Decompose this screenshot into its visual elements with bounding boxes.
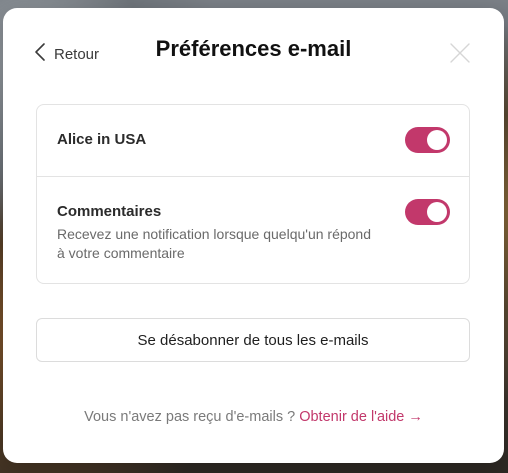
chevron-left-icon <box>34 42 46 66</box>
close-icon <box>449 43 471 68</box>
toggle-knob <box>427 130 447 150</box>
preference-row: Commentaires Recevez une notification lo… <box>37 177 469 283</box>
preference-title: Commentaires <box>57 203 162 220</box>
unsubscribe-all-button[interactable]: Se désabonner de tous les e-mails <box>36 318 470 362</box>
preference-description: Recevez une notification lorsque quelqu'… <box>57 226 372 261</box>
preference-toggle[interactable] <box>405 127 450 153</box>
toggle-knob <box>427 202 447 222</box>
preference-toggle[interactable] <box>405 199 450 225</box>
preferences-card: Alice in USA Commentaires Recevez une no… <box>36 104 470 284</box>
preference-row: Alice in USA <box>37 105 469 177</box>
back-button[interactable]: Retour <box>34 42 99 66</box>
help-text: Vous n'avez pas reçu d'e-mails ? Obtenir… <box>3 409 504 425</box>
back-button-label: Retour <box>54 45 100 63</box>
preference-title: Alice in USA <box>57 131 147 148</box>
help-link[interactable]: Obtenir de l'aide → <box>299 409 423 425</box>
help-question: Vous n'avez pas reçu d'e-mails ? <box>84 409 296 425</box>
email-preferences-modal: Retour Préférences e-mail Alice in USA C… <box>3 8 504 463</box>
close-button[interactable] <box>449 42 471 64</box>
